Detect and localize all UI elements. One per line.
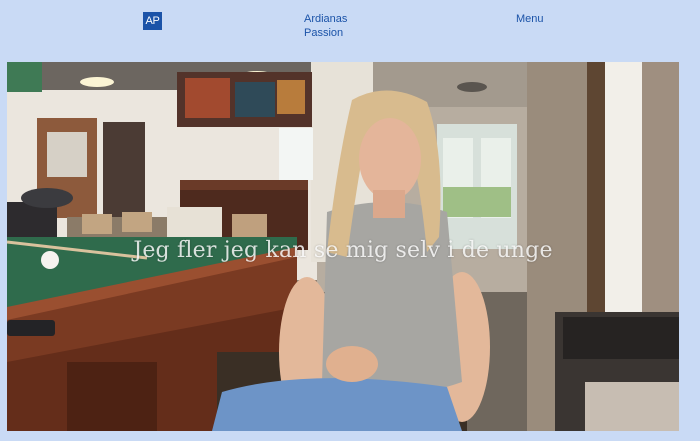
site-title-line1: Ardianas <box>304 13 348 25</box>
menu-button[interactable]: Menu <box>516 12 544 26</box>
site-logo[interactable]: AP <box>143 12 162 30</box>
site-title[interactable]: Ardianas Passion <box>304 12 384 40</box>
video-player[interactable]: Jeg fler jeg kan se mig selv i de unge <box>7 62 679 431</box>
site-header: AP Ardianas Passion Menu <box>0 0 700 62</box>
site-title-line2: Passion <box>304 27 344 39</box>
video-subtitle: Jeg fler jeg kan se mig selv i de unge <box>133 238 553 263</box>
